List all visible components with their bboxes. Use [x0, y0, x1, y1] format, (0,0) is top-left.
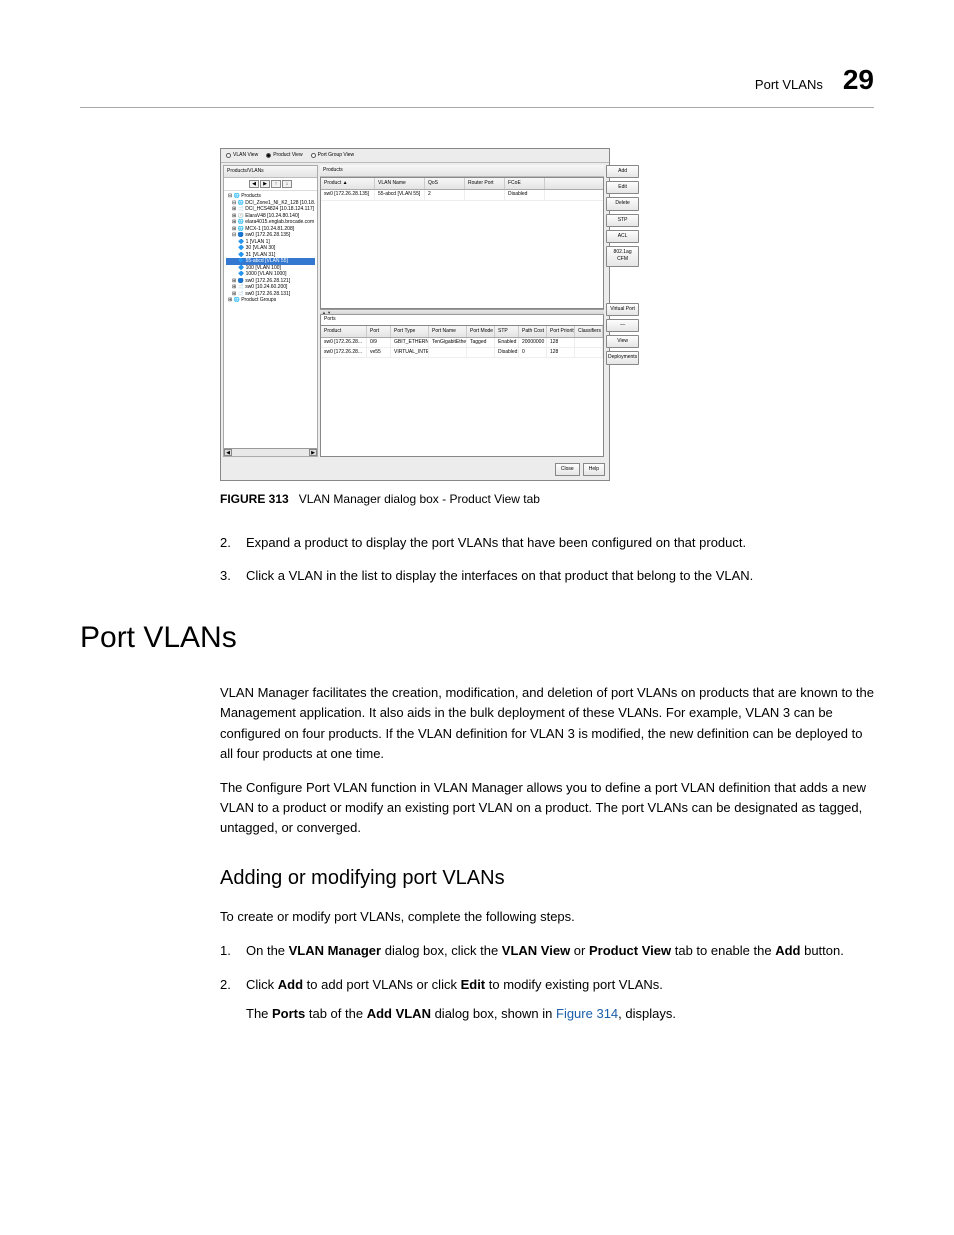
header-title: Port VLANs	[755, 76, 823, 95]
view-button[interactable]: View	[606, 335, 639, 348]
cfm-button[interactable]: 802.1ag CFM	[606, 246, 639, 267]
section-title: Port VLANs	[80, 616, 874, 660]
add-button[interactable]: Add	[606, 165, 639, 178]
column-header[interactable]: Product	[321, 326, 367, 337]
middle-pane: Products Product ▲VLAN NameQoSRouter Por…	[320, 165, 604, 457]
sub-step-1: On the VLAN Manager dialog box, click th…	[220, 941, 874, 961]
view-tabs: VLAN View Product View Port Group View	[221, 149, 609, 163]
figure-text: VLAN Manager dialog box - Product View t…	[299, 492, 540, 506]
chapter-number: 29	[843, 60, 874, 101]
column-header[interactable]: VLAN Name	[375, 178, 425, 189]
subsection-intro: To create or modify port VLANs, complete…	[220, 907, 874, 927]
tree-hscroll[interactable]: ◀▶	[224, 448, 317, 456]
toolbar-down[interactable]: ↓	[282, 180, 292, 188]
figure-314-link[interactable]: Figure 314	[556, 1006, 618, 1021]
toolbar-next[interactable]: ▶	[260, 180, 270, 188]
left-pane: Products/VLANs ◀ ▶ ↑ ↓ ⊟ 🌐 Products⊟ 🌐 D…	[223, 165, 318, 457]
close-button[interactable]: Close	[555, 463, 580, 476]
column-header[interactable]: Port Priority	[547, 326, 575, 337]
delete-button[interactable]: Delete	[606, 197, 639, 210]
table-row[interactable]: sw0 [172.26.28.135]55-abcd [VLAN 55]2Dis…	[321, 190, 603, 200]
right-buttons: Add Edit Delete STP ACL 802.1ag CFM Virt…	[604, 163, 641, 459]
products-grid[interactable]: Product ▲VLAN NameQoSRouter PortFCoEsw0 …	[320, 177, 604, 309]
dash-button[interactable]: —	[606, 319, 639, 332]
products-grid-title: Products	[320, 165, 604, 177]
table-row[interactable]: sw0 [172.26.28...ve55VIRTUAL_INTE...Disa…	[321, 348, 603, 358]
dialog-footer: Close Help	[221, 459, 609, 480]
section-p1: VLAN Manager facilitates the creation, m…	[220, 683, 874, 764]
ports-label: Ports	[320, 315, 604, 324]
column-header[interactable]: Classifiers	[575, 326, 603, 337]
subsection-steps: On the VLAN Manager dialog box, click th…	[220, 941, 874, 1024]
step-3: Click a VLAN in the list to display the …	[220, 566, 874, 586]
tree-toolbar: ◀ ▶ ↑ ↓	[224, 178, 317, 191]
vlan-manager-dialog: VLAN View Product View Port Group View P…	[220, 148, 610, 482]
figure-313-image: VLAN View Product View Port Group View P…	[220, 148, 874, 482]
figure-caption: FIGURE 313 VLAN Manager dialog box - Pro…	[220, 491, 874, 508]
step-2: Expand a product to display the port VLA…	[220, 533, 874, 553]
acl-button[interactable]: ACL	[606, 230, 639, 243]
column-header[interactable]: Port Type	[391, 326, 429, 337]
column-header[interactable]: Port Mode	[467, 326, 495, 337]
vlan-view-radio[interactable]: VLAN View	[226, 152, 258, 159]
page-header: Port VLANs 29	[80, 60, 874, 108]
column-header[interactable]: QoS	[425, 178, 465, 189]
column-header[interactable]: Router Port	[465, 178, 505, 189]
stp-button[interactable]: STP	[606, 214, 639, 227]
subsection-title: Adding or modifying port VLANs	[220, 864, 874, 893]
steps-continued: Expand a product to display the port VLA…	[220, 533, 874, 586]
help-button[interactable]: Help	[583, 463, 605, 476]
product-tree[interactable]: ⊟ 🌐 Products⊟ 🌐 DCI_Zone1_NI_K2_128 [10.…	[224, 191, 317, 306]
edit-button[interactable]: Edit	[606, 181, 639, 194]
toolbar-prev[interactable]: ◀	[249, 180, 259, 188]
column-header[interactable]: STP	[495, 326, 519, 337]
left-pane-title: Products/VLANs	[224, 166, 317, 178]
tree-item[interactable]: ⊞ 🌐 elara4015.englab.brocade.com [10.18.…	[226, 219, 315, 226]
table-row[interactable]: sw0 [172.26.28...0/9GBIT_ETHERNETenGigab…	[321, 338, 603, 348]
toolbar-up[interactable]: ↑	[271, 180, 281, 188]
column-header[interactable]: Path Cost	[519, 326, 547, 337]
column-header[interactable]: Product ▲	[321, 178, 375, 189]
section-p2: The Configure Port VLAN function in VLAN…	[220, 778, 874, 838]
column-header[interactable]: Port	[367, 326, 391, 337]
sub-step-2: Click Add to add port VLANs or click Edi…	[220, 975, 874, 1024]
port-group-view-radio[interactable]: Port Group View	[311, 152, 355, 159]
column-header[interactable]: Port Name	[429, 326, 467, 337]
figure-number: FIGURE 313	[220, 492, 289, 506]
ports-grid[interactable]: ProductPortPort TypePort NamePort ModeST…	[320, 325, 604, 457]
tree-item[interactable]: ⊞ 🌐 Product Groups	[226, 297, 315, 304]
tree-item[interactable]: ⊞ 📄 DCI_HCS4824 [10.18.124.117]	[226, 206, 315, 213]
column-header[interactable]: FCoE	[505, 178, 545, 189]
product-view-radio[interactable]: Product View	[266, 152, 302, 159]
deployments-button[interactable]: Deployments	[606, 351, 639, 364]
virtual-port-button[interactable]: Virtual Port	[606, 303, 639, 316]
